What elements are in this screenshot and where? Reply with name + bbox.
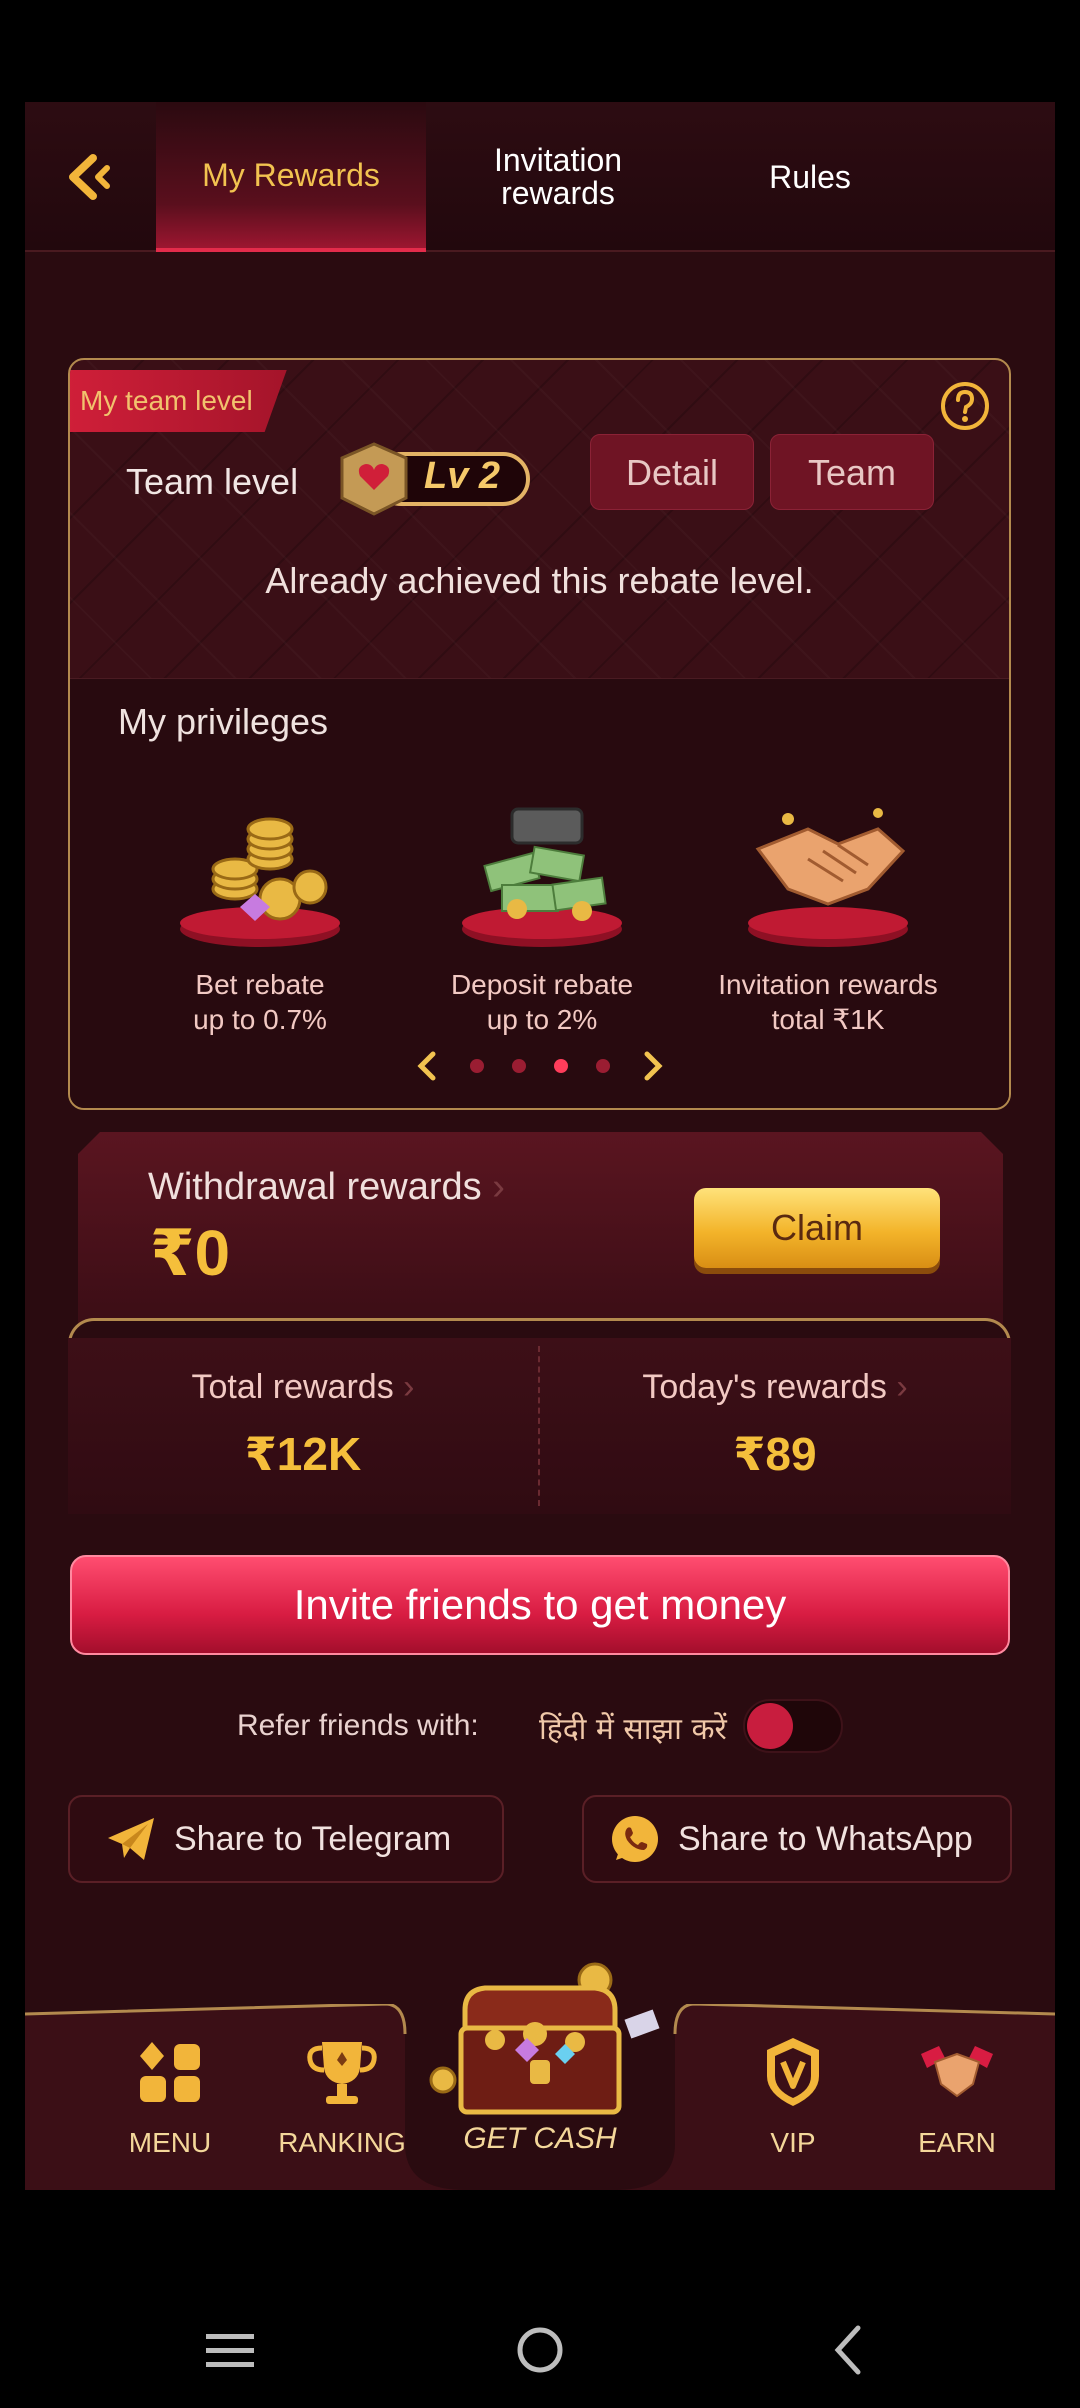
tab-label: Invitation rewards [493, 142, 623, 211]
privilege-line: Invitation rewards [718, 969, 938, 1000]
handshake-icon [748, 808, 908, 947]
privilege-line: Bet rebate [195, 969, 325, 1000]
toggle-knob [747, 1703, 793, 1749]
level-badge: Lv 2 [336, 438, 536, 518]
todays-rewards-link[interactable]: Today's rewards › ₹89 [540, 1338, 1010, 1514]
nav-label: GET CASH [463, 2122, 617, 2155]
handshake-icon [921, 2046, 993, 2098]
recent-apps-icon[interactable] [200, 2320, 260, 2380]
team-level-ribbon: My team level [70, 370, 287, 432]
nav-get-cash[interactable]: GET CASH [405, 1950, 675, 2190]
money-chest-icon [462, 807, 622, 947]
pager-dot[interactable] [469, 1059, 484, 1073]
team-level-label: Team level [126, 461, 299, 502]
chevron-right-icon: › [393, 1368, 415, 1406]
tab-my-rewards[interactable]: My Rewards [156, 102, 426, 252]
withdrawal-rewards-link[interactable]: Withdrawal rewards › [148, 1166, 505, 1209]
share-whatsapp-button[interactable]: Share to WhatsApp [582, 1795, 1012, 1883]
system-nav-bar [0, 2300, 1080, 2408]
top-bar: My Rewards Invitation rewards Rules [25, 102, 1055, 252]
treasure-chest-icon [429, 1962, 660, 2115]
menu-icon [140, 2042, 200, 2102]
pager-dot-active[interactable] [553, 1059, 568, 1073]
team-level-section: My team level Team level Lv 2 Detail Tea… [70, 360, 1009, 678]
nav-earn[interactable]: EARN [872, 2036, 1042, 2159]
tab-rules[interactable]: Rules [705, 102, 915, 252]
tab-label: Rules [769, 158, 851, 195]
privileges-section: My privileges Bet rebate up to 0.7% Depo… [70, 678, 1009, 1108]
nav-label: MENU [128, 2127, 212, 2158]
privilege-invitation-rewards[interactable]: Invitation rewards total ₹1K [688, 789, 968, 1037]
whatsapp-icon [612, 1816, 658, 1862]
privilege-line: total ₹1K [771, 1004, 885, 1035]
help-icon[interactable] [939, 380, 991, 432]
nav-menu[interactable]: MENU [85, 2036, 255, 2159]
privilege-line: up to 0.7% [193, 1004, 327, 1035]
invite-friends-button[interactable]: Invite friends to get money [70, 1555, 1010, 1655]
total-rewards-value: ₹12K [244, 1428, 362, 1480]
back-arrow-icon [69, 154, 110, 200]
level-badge-text: Lv 2 [424, 455, 501, 497]
nav-vip[interactable]: VIP [708, 2036, 878, 2159]
chevron-right-icon: › [886, 1368, 908, 1406]
withdrawal-label: Withdrawal rewards [148, 1166, 482, 1208]
tab-label: My Rewards [202, 156, 380, 193]
team-button[interactable]: Team [770, 434, 934, 510]
vip-shield-icon [767, 2038, 819, 2106]
pager-dot[interactable] [595, 1059, 610, 1073]
chevron-right-icon [644, 1051, 663, 1081]
privileges-title: My privileges [118, 701, 329, 742]
privilege-line: up to 2% [486, 1004, 598, 1035]
total-rewards-link[interactable]: Total rewards › ₹12K [68, 1338, 538, 1514]
pager-dot[interactable] [511, 1059, 526, 1073]
share-telegram-button[interactable]: Share to Telegram [68, 1795, 504, 1883]
privilege-bet-rebate[interactable]: Bet rebate up to 0.7% [120, 789, 400, 1037]
refer-language-label: हिंदी में साझा करें [539, 1712, 727, 1747]
telegram-icon [108, 1818, 154, 1860]
total-rewards-label: Total rewards [191, 1368, 394, 1406]
withdrawal-value: ₹0 [150, 1217, 231, 1289]
pager-next-button[interactable] [638, 1051, 668, 1081]
nav-label: VIP [770, 2127, 816, 2158]
nav-label: EARN [918, 2127, 996, 2158]
nav-label: RANKING [278, 2127, 406, 2158]
chevron-right-icon: › [492, 1166, 505, 1208]
share-whatsapp-label: Share to WhatsApp [678, 1819, 973, 1858]
back-icon[interactable] [820, 2320, 880, 2380]
back-button[interactable] [55, 147, 125, 207]
privilege-line: Deposit rebate [450, 969, 634, 1000]
rewards-screen: My Rewards Invitation rewards Rules My t… [25, 102, 1055, 2190]
privileges-pager [70, 1051, 1009, 1081]
withdrawal-card: Withdrawal rewards › ₹0 Claim [78, 1132, 1003, 1332]
achievement-status: Already achieved this rebate level. [265, 560, 814, 601]
home-icon[interactable] [510, 2320, 570, 2380]
refer-label: Refer friends with: [237, 1709, 479, 1742]
refer-language-row: Refer friends with: हिंदी में साझा करें [25, 1699, 1055, 1755]
detail-button[interactable]: Detail [590, 434, 754, 510]
team-level-card: My team level Team level Lv 2 Detail Tea… [68, 358, 1011, 1110]
trophy-icon [307, 2042, 377, 2104]
chevron-left-icon [416, 1051, 435, 1081]
pager-prev-button[interactable] [412, 1051, 442, 1081]
hindi-share-toggle[interactable] [743, 1699, 843, 1753]
todays-rewards-label: Today's rewards [642, 1368, 887, 1406]
claim-button[interactable]: Claim [694, 1188, 940, 1268]
nav-ranking[interactable]: RANKING [257, 2036, 427, 2159]
rewards-totals: Total rewards › ₹12K Today's rewards › ₹… [68, 1338, 1011, 1514]
share-telegram-label: Share to Telegram [174, 1819, 452, 1858]
privilege-deposit-rebate[interactable]: Deposit rebate up to 2% [402, 789, 682, 1037]
todays-rewards-value: ₹89 [733, 1428, 817, 1480]
tab-invitation-rewards[interactable]: Invitation rewards [433, 102, 683, 252]
coins-icon [180, 817, 340, 947]
